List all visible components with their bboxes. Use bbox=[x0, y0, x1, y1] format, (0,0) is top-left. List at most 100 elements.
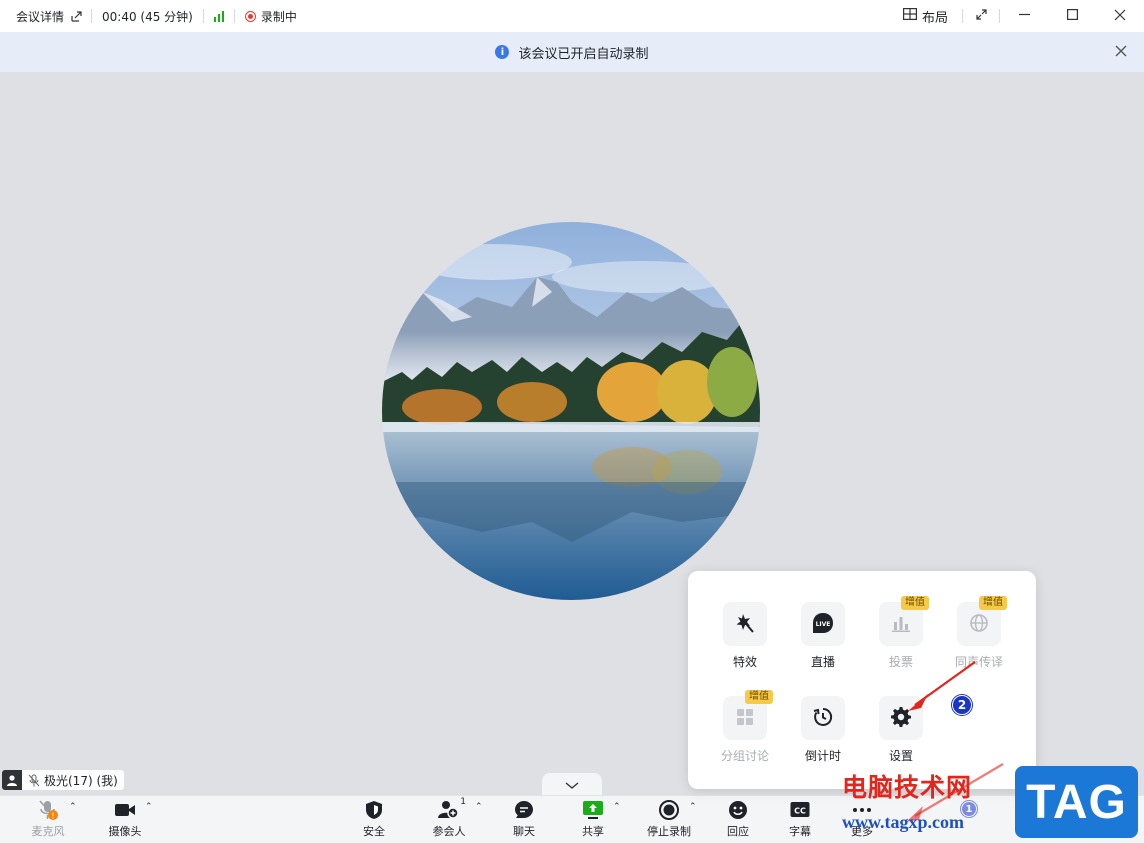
settings-label: 设置 bbox=[888, 749, 913, 763]
participants-count: 1 bbox=[460, 797, 466, 807]
chat-button[interactable]: 聊天 bbox=[496, 799, 552, 839]
mic-options-chevron-icon[interactable]: ⌃ bbox=[69, 802, 77, 812]
meeting-time: 00:40 (45 分钟) bbox=[102, 9, 193, 24]
camera-icon bbox=[114, 799, 136, 821]
microphone-muted-icon: ! bbox=[37, 799, 59, 821]
breakout-label: 分组讨论 bbox=[720, 749, 769, 763]
tag-logo: TAG bbox=[1015, 766, 1138, 838]
step-badge: 2 bbox=[952, 695, 972, 715]
record-options-chevron-icon[interactable]: ⌃ bbox=[689, 802, 697, 812]
value-added-tag: 增值 bbox=[745, 690, 773, 704]
fullscreen-button[interactable] bbox=[963, 0, 999, 32]
react-label: 回应 bbox=[727, 825, 749, 838]
participants-options-chevron-icon[interactable]: ⌃ bbox=[475, 802, 483, 812]
timer-icon bbox=[813, 707, 833, 730]
interpretation-item[interactable]: 增值 同声传译 bbox=[940, 596, 1018, 670]
notice-close-button[interactable] bbox=[1114, 44, 1130, 60]
recording-label: 录制中 bbox=[260, 9, 297, 24]
countdown-tile bbox=[801, 696, 845, 740]
add-participant-icon: 1 bbox=[438, 797, 466, 821]
interpretation-tile: 增值 bbox=[957, 596, 1007, 646]
minimize-button[interactable] bbox=[1000, 0, 1048, 32]
camera-label: 摄像头 bbox=[108, 825, 142, 838]
captions-button[interactable]: CC 字幕 bbox=[772, 799, 828, 839]
meeting-timer: 00:40 (45 分钟) bbox=[92, 0, 203, 32]
value-added-tag: 增值 bbox=[901, 596, 929, 610]
maximize-icon bbox=[1066, 9, 1078, 23]
breakout-tile: 增值 bbox=[723, 690, 773, 740]
title-bar: 会议详情 00:40 (45 分钟) 录制中 布局 bbox=[0, 0, 1144, 32]
participant-avatar bbox=[382, 222, 760, 600]
vote-label: 投票 bbox=[888, 655, 913, 669]
chevron-down-icon bbox=[565, 775, 579, 794]
close-window-button[interactable] bbox=[1096, 0, 1144, 32]
watermark-url: www.tagxp.com bbox=[842, 812, 964, 832]
effects-tile bbox=[723, 602, 767, 646]
network-signal[interactable] bbox=[204, 0, 234, 32]
layout-button[interactable]: 布局 bbox=[889, 7, 962, 26]
effects-label: 特效 bbox=[732, 655, 757, 669]
settings-item[interactable]: 设置 bbox=[862, 696, 940, 764]
signal-icon bbox=[213, 10, 224, 22]
participants-label: 参会人 bbox=[432, 825, 466, 838]
info-icon: i bbox=[495, 45, 510, 59]
captions-label: 字幕 bbox=[789, 825, 811, 838]
settings-tile bbox=[879, 696, 923, 740]
maximize-button[interactable] bbox=[1048, 0, 1096, 32]
magic-wand-icon bbox=[735, 613, 755, 636]
chat-icon bbox=[514, 799, 534, 821]
vote-item[interactable]: 增值 投票 bbox=[862, 596, 940, 670]
share-label: 共享 bbox=[582, 825, 604, 838]
more-options-popup: 特效 LIVE 直播 增值 投票 增值 同声传译 增值 分组讨论 倒计时 设置 bbox=[688, 571, 1036, 789]
meeting-details-label: 会议详情 bbox=[16, 9, 65, 24]
mic-muted-icon bbox=[28, 774, 40, 787]
interpretation-label: 同声传译 bbox=[954, 655, 1003, 669]
gear-icon bbox=[891, 706, 911, 730]
vote-tile: 增值 bbox=[879, 596, 929, 646]
camera-options-chevron-icon[interactable]: ⌃ bbox=[145, 802, 153, 812]
layout-label: 布局 bbox=[921, 10, 948, 26]
landscape-avatar-image bbox=[382, 222, 760, 600]
svg-text:LIVE: LIVE bbox=[816, 621, 831, 628]
security-label: 安全 bbox=[363, 825, 385, 838]
shield-icon bbox=[365, 799, 383, 821]
cc-icon: CC bbox=[790, 799, 810, 821]
chat-label: 聊天 bbox=[513, 825, 535, 838]
stop-recording-label: 停止录制 bbox=[647, 825, 691, 838]
live-tile: LIVE bbox=[801, 602, 845, 646]
share-link-icon bbox=[71, 11, 82, 22]
expand-icon bbox=[975, 9, 987, 23]
participant-name: 极光(17) (我) bbox=[44, 773, 118, 788]
participant-name-tag: 极光(17) (我) bbox=[2, 770, 124, 790]
notice-text: 该会议已开启自动录制 bbox=[518, 46, 649, 62]
participants-button[interactable]: 1 参会人 bbox=[421, 797, 477, 839]
stop-record-icon bbox=[658, 799, 680, 821]
live-label: 直播 bbox=[810, 655, 835, 669]
auto-record-notice: i 该会议已开启自动录制 bbox=[0, 32, 1144, 72]
effects-item[interactable]: 特效 bbox=[706, 602, 784, 670]
svg-text:CC: CC bbox=[794, 807, 806, 816]
countdown-label: 倒计时 bbox=[804, 749, 841, 763]
grid-layout-icon bbox=[902, 8, 917, 24]
recording-status[interactable]: 录制中 bbox=[235, 0, 307, 32]
meeting-details-button[interactable]: 会议详情 bbox=[0, 0, 91, 32]
close-icon bbox=[1115, 45, 1127, 57]
minimize-icon bbox=[1018, 9, 1030, 23]
user-icon bbox=[2, 770, 22, 790]
breakout-icon bbox=[735, 707, 755, 730]
share-options-chevron-icon[interactable]: ⌃ bbox=[613, 802, 621, 812]
live-item[interactable]: LIVE 直播 bbox=[784, 602, 862, 670]
breakout-item[interactable]: 增值 分组讨论 bbox=[706, 690, 784, 764]
collapse-toolbar-button[interactable] bbox=[542, 773, 602, 795]
microphone-label: 麦克风 bbox=[31, 825, 65, 838]
microphone-button[interactable]: ! 麦克风 bbox=[20, 799, 76, 839]
security-button[interactable]: 安全 bbox=[346, 799, 402, 839]
live-icon: LIVE bbox=[812, 612, 834, 637]
react-button[interactable]: 回应 bbox=[710, 799, 766, 839]
share-screen-icon bbox=[582, 799, 604, 821]
recording-icon bbox=[244, 10, 256, 22]
countdown-item[interactable]: 倒计时 bbox=[784, 696, 862, 764]
globe-icon bbox=[969, 613, 989, 636]
watermark-site-name: 电脑技术网 bbox=[842, 773, 973, 802]
vote-icon bbox=[891, 614, 911, 635]
